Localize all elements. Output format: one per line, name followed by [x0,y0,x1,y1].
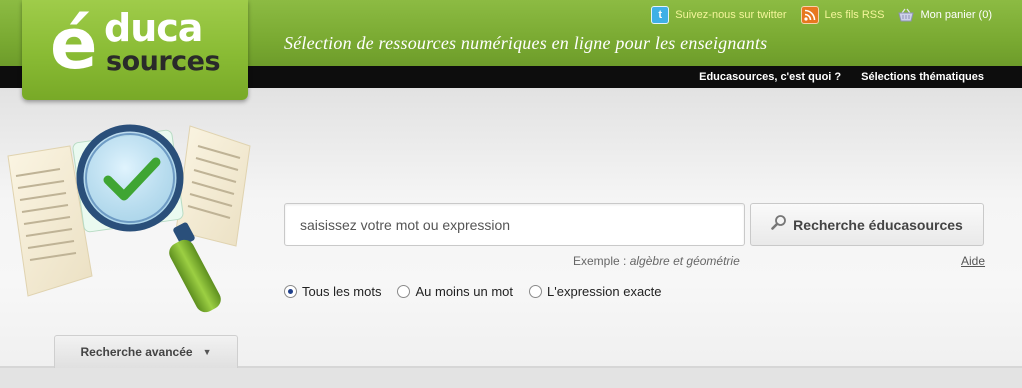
rss-icon [800,6,819,24]
radio-all-words[interactable] [284,285,297,298]
nav-item-thematic[interactable]: Sélections thématiques [861,71,984,83]
twitter-link[interactable]: t Suivez-nous sur twitter [651,6,787,24]
option-all-words[interactable]: Tous les mots [284,284,381,299]
search-button[interactable]: Recherche éducasources [750,203,984,246]
advanced-search-tab[interactable]: Recherche avancée ▼ [54,335,238,368]
basket-icon [898,6,915,24]
chevron-down-icon: ▼ [202,347,212,357]
logo-duca: duca [104,6,203,50]
option-any-word-label: Au moins un mot [415,284,514,299]
cart-link[interactable]: Mon panier (0) [898,6,992,24]
main-nav: Educasources, c'est quoi ? Sélections th… [679,66,984,88]
option-all-words-label: Tous les mots [302,284,382,299]
radio-any-word[interactable] [397,285,411,298]
option-exact-phrase-label: L'expression exacte [547,284,662,299]
search-example: Exemple : algèbre et géométrie [573,254,740,268]
site-tagline: Sélection de ressources numériques en li… [284,33,768,53]
logo-sources: sources [106,46,221,77]
nav-item-about[interactable]: Educasources, c'est quoi ? [699,71,841,83]
top-links: t Suivez-nous sur twitter Les fils RSS M… [637,5,992,25]
search-input[interactable] [284,203,745,246]
advanced-search-label: Recherche avancée [80,345,193,359]
magnifier-illustration [7,124,251,313]
twitter-link-label: Suivez-nous sur twitter [675,9,787,21]
search-icon [771,214,787,235]
option-any-word[interactable]: Au moins un mot [397,284,513,299]
search-mode-options: Tous les mots Au moins un mot L'expressi… [284,284,678,299]
logo-e: é [50,3,98,85]
bottom-strip [0,366,1022,388]
cart-link-label: Mon panier (0) [920,9,992,21]
site-logo[interactable]: é duca sources [22,0,248,100]
radio-exact-phrase[interactable] [529,285,543,298]
search-button-label: Recherche éducasources [793,216,963,233]
example-prefix: Exemple : [573,254,630,268]
example-value: algèbre et géométrie [629,254,740,268]
option-exact-phrase[interactable]: L'expression exacte [529,284,662,299]
rss-link[interactable]: Les fils RSS [800,6,885,24]
help-link[interactable]: Aide [961,254,985,268]
twitter-icon: t [651,6,670,24]
rss-link-label: Les fils RSS [824,9,885,21]
